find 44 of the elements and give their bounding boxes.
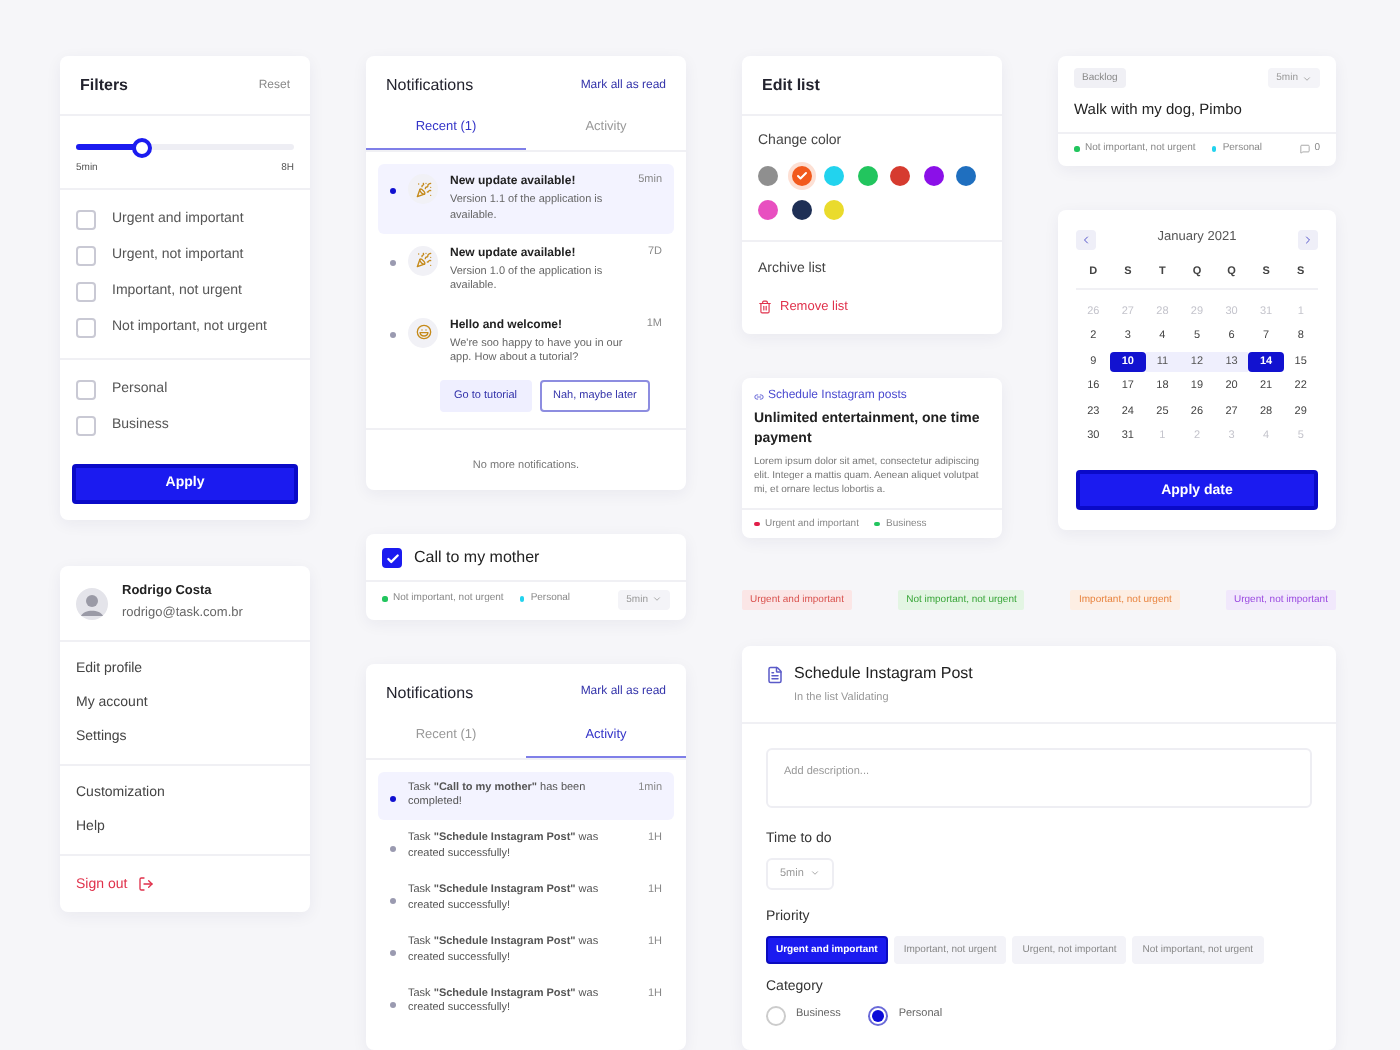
unread-dot [390,846,396,853]
unread-dot [390,188,396,194]
comment-icon [1300,144,1311,154]
color-swatch[interactable] [923,166,943,187]
document-icon [766,666,784,685]
slider-thumb[interactable] [131,137,152,157]
radio-button[interactable] [868,1005,889,1026]
smiley-icon [408,317,438,348]
unread-dot [390,795,396,802]
unread-dot [390,331,396,338]
color-swatch[interactable] [956,166,976,187]
party-popper-icon [408,245,438,276]
chevron-down-icon [809,868,820,879]
color-swatch[interactable] [791,166,811,187]
radio-button[interactable] [766,1005,786,1026]
trash-icon [758,300,772,315]
party-popper-icon [408,174,438,204]
color-swatch[interactable] [824,200,844,221]
chevron-down-icon [1302,73,1312,83]
chevron-down-icon [652,594,662,605]
panel-title: Filters [80,76,129,94]
unread-dot [390,950,396,957]
color-swatch[interactable] [758,166,778,187]
task-title: Call to my mother [414,547,540,570]
color-swatch[interactable] [758,200,778,221]
unread-dot [390,898,396,905]
color-swatch[interactable] [824,166,844,187]
task-title: Schedule Instagram Post [794,664,973,687]
unread-dot [390,1001,396,1008]
chevron-left-icon [1080,233,1092,246]
unread-dot [390,259,396,266]
panel-title: Edit list [762,76,820,94]
logout-icon [137,876,154,893]
chevron-right-icon [1301,233,1314,246]
panel-title: Notifications [386,683,474,702]
color-swatch[interactable] [890,166,910,187]
color-swatch[interactable] [857,166,877,187]
avatar-icon [76,587,108,620]
next-month-button[interactable] [1297,229,1318,250]
link-icon [754,391,764,402]
color-swatch[interactable] [791,200,811,221]
checkbox[interactable] [382,548,402,569]
panel-title: Notifications [386,76,474,94]
previous-month-button[interactable] [1076,229,1096,250]
